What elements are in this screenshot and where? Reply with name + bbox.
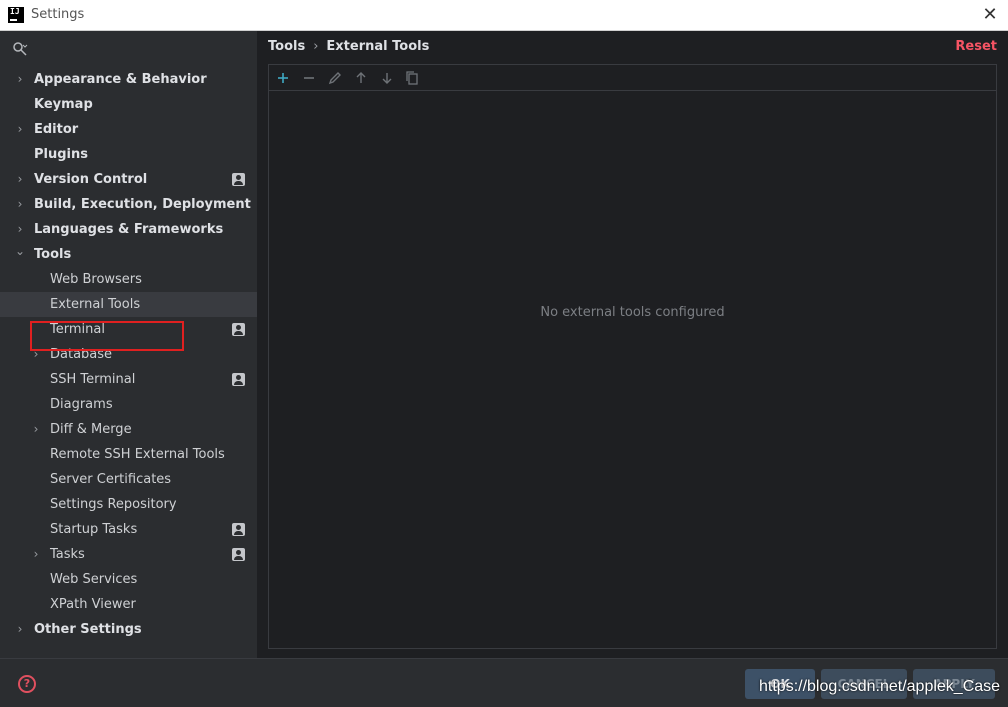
sidebar-item-keymap[interactable]: Keymap [0, 92, 257, 117]
sidebar-item-label: Settings Repository [50, 497, 177, 512]
sidebar-item-tasks[interactable]: › Tasks [0, 542, 257, 567]
project-level-icon [232, 373, 245, 386]
sidebar-item-version-control[interactable]: › Version Control [0, 167, 257, 192]
breadcrumb-item-tools[interactable]: Tools [268, 39, 305, 54]
chevron-right-icon[interactable]: › [14, 192, 26, 217]
intellij-app-icon: IJ [8, 7, 24, 23]
sidebar-item-label: Plugins [34, 147, 88, 162]
sidebar-item-label: Web Browsers [50, 272, 142, 287]
close-icon[interactable]: ✕ [978, 4, 1002, 26]
add-icon[interactable] [274, 69, 292, 87]
move-up-icon[interactable] [352, 69, 370, 87]
sidebar-item-ssh-terminal[interactable]: SSH Terminal [0, 367, 257, 392]
sidebar-item-build-execution-deployment[interactable]: › Build, Execution, Deployment [0, 192, 257, 217]
sidebar-item-label: Terminal [50, 322, 105, 337]
sidebar-item-other-settings[interactable]: › Other Settings [0, 617, 257, 642]
sidebar-item-label: Keymap [34, 97, 93, 112]
sidebar-item-diff-merge[interactable]: › Diff & Merge [0, 417, 257, 442]
sidebar-item-server-certificates[interactable]: Server Certificates [0, 467, 257, 492]
sidebar-item-label: XPath Viewer [50, 597, 136, 612]
sidebar-item-remote-ssh-external-tools[interactable]: Remote SSH External Tools [0, 442, 257, 467]
sidebar-item-label: Remote SSH External Tools [50, 447, 225, 462]
window-title: Settings [31, 7, 85, 22]
sidebar-item-label: Diagrams [50, 397, 113, 412]
sidebar-item-languages-frameworks[interactable]: › Languages & Frameworks [0, 217, 257, 242]
sidebar-item-appearance-behavior[interactable]: › Appearance & Behavior [0, 67, 257, 92]
sidebar-item-web-browsers[interactable]: Web Browsers [0, 267, 257, 292]
sidebar-item-label: Diff & Merge [50, 422, 132, 437]
chevron-right-icon[interactable]: › [30, 542, 42, 567]
sidebar-item-label: External Tools [50, 297, 141, 312]
breadcrumb-separator: › [313, 39, 319, 54]
sidebar-item-label: Tasks [50, 547, 85, 562]
sidebar-item-label: Other Settings [34, 622, 142, 637]
chevron-right-icon[interactable]: › [30, 342, 42, 367]
sidebar-item-label: Editor [34, 122, 79, 137]
sidebar-item-label: Languages & Frameworks [34, 222, 224, 237]
sidebar-item-label: Server Certificates [50, 472, 172, 487]
sidebar-item-label: Database [50, 347, 113, 362]
project-level-icon [232, 173, 245, 186]
chevron-right-icon[interactable]: › [14, 67, 26, 92]
dialog-footer: ? OK CANCEL APPLY https://blog.csdn.net/… [0, 658, 1008, 707]
help-icon[interactable]: ? [18, 675, 36, 693]
chevron-right-icon[interactable]: › [14, 617, 26, 642]
sidebar-item-database[interactable]: › Database [0, 342, 257, 367]
breadcrumb-item-external-tools: External Tools [326, 39, 430, 54]
tools-toolbar [269, 65, 996, 91]
settings-main: Tools › External Tools Reset No external… [258, 31, 1008, 658]
settings-sidebar: › Appearance & Behavior Keymap › Editor Plugi… [0, 31, 257, 658]
sidebar-item-terminal[interactable]: Terminal [0, 317, 257, 342]
sidebar-item-editor[interactable]: › Editor [0, 117, 257, 142]
move-down-icon[interactable] [378, 69, 396, 87]
project-level-icon [232, 523, 245, 536]
sidebar-item-external-tools[interactable]: External Tools [0, 292, 257, 317]
chevron-right-icon[interactable]: › [14, 217, 26, 242]
project-level-icon [232, 323, 245, 336]
breadcrumb: Tools › External Tools [268, 39, 429, 57]
sidebar-item-settings-repository[interactable]: Settings Repository [0, 492, 257, 517]
chevron-right-icon[interactable]: › [14, 167, 26, 192]
sidebar-item-diagrams[interactable]: Diagrams [0, 392, 257, 417]
chevron-right-icon[interactable]: › [30, 417, 42, 442]
sidebar-item-tools[interactable]: ⌄ Tools [0, 242, 257, 267]
sidebar-item-label: Tools [34, 247, 72, 262]
chevron-right-icon[interactable]: › [14, 117, 26, 142]
sidebar-item-startup-tasks[interactable]: Startup Tasks [0, 517, 257, 542]
sidebar-item-label: Web Services [50, 572, 138, 587]
watermark-text: https://blog.csdn.net/applek_Case [759, 678, 1001, 695]
search-icon[interactable] [12, 41, 28, 57]
external-tools-panel: No external tools configured [268, 64, 997, 649]
sidebar-item-label: Appearance & Behavior [34, 72, 207, 87]
sidebar-search[interactable] [0, 31, 257, 67]
project-level-icon [232, 548, 245, 561]
copy-icon[interactable] [403, 69, 421, 87]
sidebar-item-label: Build, Execution, Deployment [34, 197, 251, 212]
empty-state-text: No external tools configured [540, 305, 725, 320]
sidebar-item-label: SSH Terminal [50, 372, 136, 387]
sidebar-item-xpath-viewer[interactable]: XPath Viewer [0, 592, 257, 617]
reset-link[interactable]: Reset [955, 39, 997, 54]
sidebar-item-web-services[interactable]: Web Services [0, 567, 257, 592]
chevron-down-icon[interactable]: ⌄ [14, 242, 26, 267]
window-titlebar: IJ Settings ✕ [0, 0, 1008, 31]
sidebar-item-label: Version Control [34, 172, 148, 187]
edit-icon[interactable] [326, 69, 344, 87]
sidebar-item-plugins[interactable]: Plugins [0, 142, 257, 167]
remove-icon[interactable] [300, 69, 318, 87]
sidebar-item-label: Startup Tasks [50, 522, 138, 537]
